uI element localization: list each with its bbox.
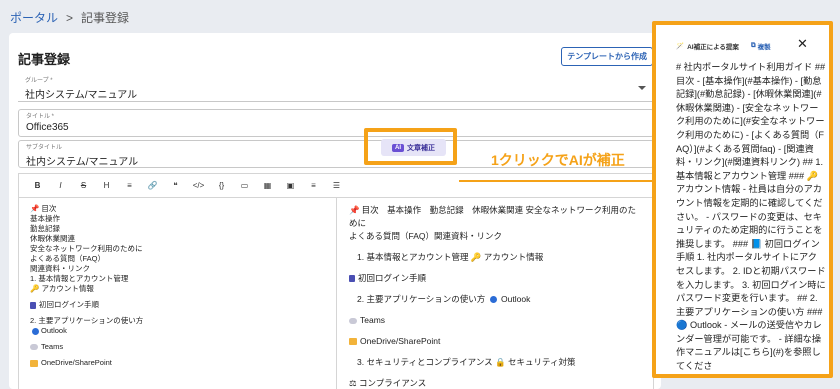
preview-line: 3. セキュリティとコンプライアンス: [357, 357, 493, 367]
breadcrumb-portal-link[interactable]: ポータル: [10, 9, 58, 26]
create-from-template-button[interactable]: テンプレートから作成: [561, 47, 653, 66]
ai-suggestion-text: # 社内ポータルサイト利用ガイド ## 目次 - [基本操作](#基本操作) -…: [676, 62, 826, 372]
page-title: 記事登録: [18, 52, 71, 67]
preview-line: アカウント情報: [483, 252, 544, 262]
folder-icon: [30, 359, 38, 367]
markdown-editor[interactable]: 📌 目次 基本操作 勤怠記録 休暇休業関連 安全なネットワーク利用のために よくあ…: [18, 197, 654, 389]
preview-line: Outlook: [501, 294, 531, 304]
comment-button[interactable]: ▭: [236, 181, 253, 190]
source-line: OneDrive/SharePoint: [41, 358, 112, 367]
ai-panel-title: AI補正による提案: [687, 44, 739, 51]
callout-arrow: [459, 180, 657, 182]
pin-icon: 📌: [349, 205, 360, 215]
title-field[interactable]: タイトル * Office365: [18, 109, 654, 137]
ai-sparkle-icon: AI: [392, 143, 404, 152]
title-label: タイトル *: [26, 114, 55, 120]
preview-line: OneDrive/SharePoint: [360, 336, 441, 346]
source-line: 安全なネットワーク利用のために: [30, 244, 143, 253]
ai-panel-header: 🪄 AI補正による提案: [676, 41, 739, 51]
source-line: 2. 主要アプリケーションの使い方: [30, 316, 144, 325]
source-line: よくある質問（FAQ）: [30, 254, 106, 263]
source-line: 1. 基本情報とアカウント管理: [30, 274, 129, 283]
teams-icon: [30, 344, 38, 351]
source-line: アカウント情報: [41, 284, 94, 293]
ordered-list-button[interactable]: ☰: [328, 181, 345, 190]
preview-line: 目次 基本操作 勤怠記録 休暇休業関連 安全なネットワーク利用のために: [349, 205, 636, 228]
preview-line: セキュリティ対策: [508, 357, 576, 367]
toc-heading: 目次: [41, 204, 57, 213]
preview-line: よくある質問（FAQ）関連資料・リンク: [349, 231, 503, 241]
image-button[interactable]: ▦: [259, 181, 276, 190]
strikethrough-button[interactable]: S: [75, 181, 92, 190]
group-label: グループ *: [25, 78, 53, 84]
ai-correct-button[interactable]: AI 文章補正: [381, 139, 446, 156]
codeblock-button[interactable]: {}: [213, 181, 230, 190]
magic-wand-icon: 🪄: [676, 43, 685, 50]
preview-line: Teams: [360, 315, 386, 325]
outlook-icon: [32, 327, 39, 335]
source-line: Teams: [41, 342, 64, 351]
lock-icon: 🔒: [495, 357, 506, 367]
preview-line: 1. 基本情報とアカウント管理: [357, 252, 469, 262]
preview-line: 2. 主要アプリケーションの使い方: [357, 294, 486, 304]
link-button[interactable]: 🔗: [144, 181, 161, 190]
copy-button[interactable]: ⧉ 複製: [751, 41, 771, 51]
source-line: 勤怠記録: [30, 224, 60, 233]
hr-button[interactable]: ≡: [121, 181, 138, 190]
table-button[interactable]: ▣: [282, 181, 299, 190]
ai-correct-label: 文章補正: [407, 144, 435, 152]
group-value: 社内システム/マニュアル: [25, 90, 138, 101]
editor-preview-pane: 📌 目次 基本操作 勤怠記録 休暇休業関連 安全なネットワーク利用のために よくあ…: [337, 198, 655, 389]
breadcrumb: ポータル > 記事登録: [10, 9, 129, 26]
breadcrumb-current: 記事登録: [81, 11, 130, 25]
preview-line: 初回ログイン手順: [358, 273, 427, 283]
chevron-down-icon: [638, 86, 646, 90]
quote-button[interactable]: ❝: [167, 181, 184, 190]
italic-button[interactable]: I: [52, 181, 69, 190]
close-icon[interactable]: ✕: [797, 36, 808, 52]
copy-label: 複製: [757, 44, 771, 51]
editor-source-pane[interactable]: 📌 目次 基本操作 勤怠記録 休暇休業関連 安全なネットワーク利用のために よくあ…: [19, 198, 337, 389]
source-line: 関連資料・リンク: [30, 264, 90, 273]
callout-text: 1クリックでAIが補正: [491, 152, 625, 168]
key-icon: 🔑: [30, 284, 40, 293]
heading-button[interactable]: H: [98, 181, 115, 190]
folder-icon: [349, 338, 357, 346]
preview-line: コンプライアンス: [359, 378, 427, 388]
group-select[interactable]: グループ * 社内システム/マニュアル: [18, 75, 654, 102]
bold-button[interactable]: B: [29, 181, 46, 190]
copy-icon: ⧉: [751, 42, 756, 49]
source-line: Outlook: [41, 326, 67, 335]
bullet-list-button[interactable]: ≡: [305, 181, 322, 190]
source-line: 基本操作: [30, 214, 60, 223]
source-line: 休暇休業関連: [30, 234, 75, 243]
pin-icon: 📌: [30, 204, 40, 213]
book-icon: [30, 301, 36, 309]
code-button[interactable]: </>: [190, 181, 207, 190]
scale-icon: ⚖: [349, 378, 357, 388]
title-value: Office365: [26, 122, 69, 133]
ai-suggestion-panel: 🪄 AI補正による提案 ⧉ 複製 ✕ # 社内ポータルサイト利用ガイド ## 目…: [658, 27, 827, 372]
editor-toolbar: B I S H ≡ 🔗 ❝ </> {} ▭ ▦ ▣ ≡ ☰: [18, 173, 654, 197]
key-icon: 🔑: [470, 252, 482, 262]
source-line: 初回ログイン手順: [39, 300, 99, 309]
book-icon: [349, 275, 355, 283]
teams-icon: [349, 317, 357, 324]
breadcrumb-separator: >: [66, 10, 74, 25]
outlook-icon: [489, 296, 497, 304]
